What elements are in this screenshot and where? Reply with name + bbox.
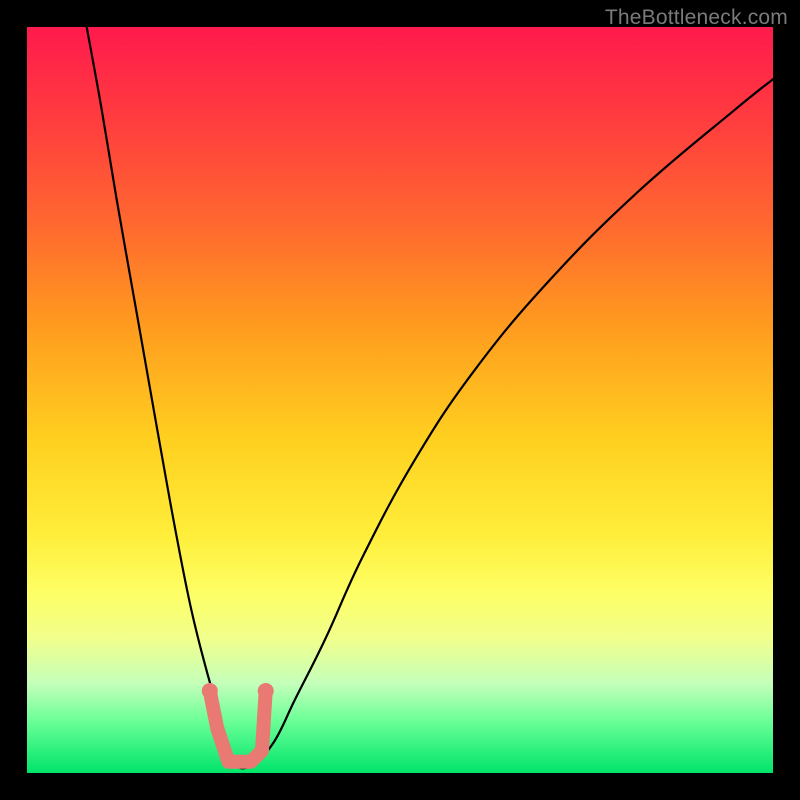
- bottleneck-curve: [87, 27, 773, 768]
- chart-frame: TheBottleneck.com: [0, 0, 800, 800]
- green-zone-markers: [202, 683, 274, 762]
- bottleneck-curve-svg: [27, 27, 773, 773]
- plot-area: [27, 27, 773, 773]
- watermark-label: TheBottleneck.com: [605, 6, 788, 30]
